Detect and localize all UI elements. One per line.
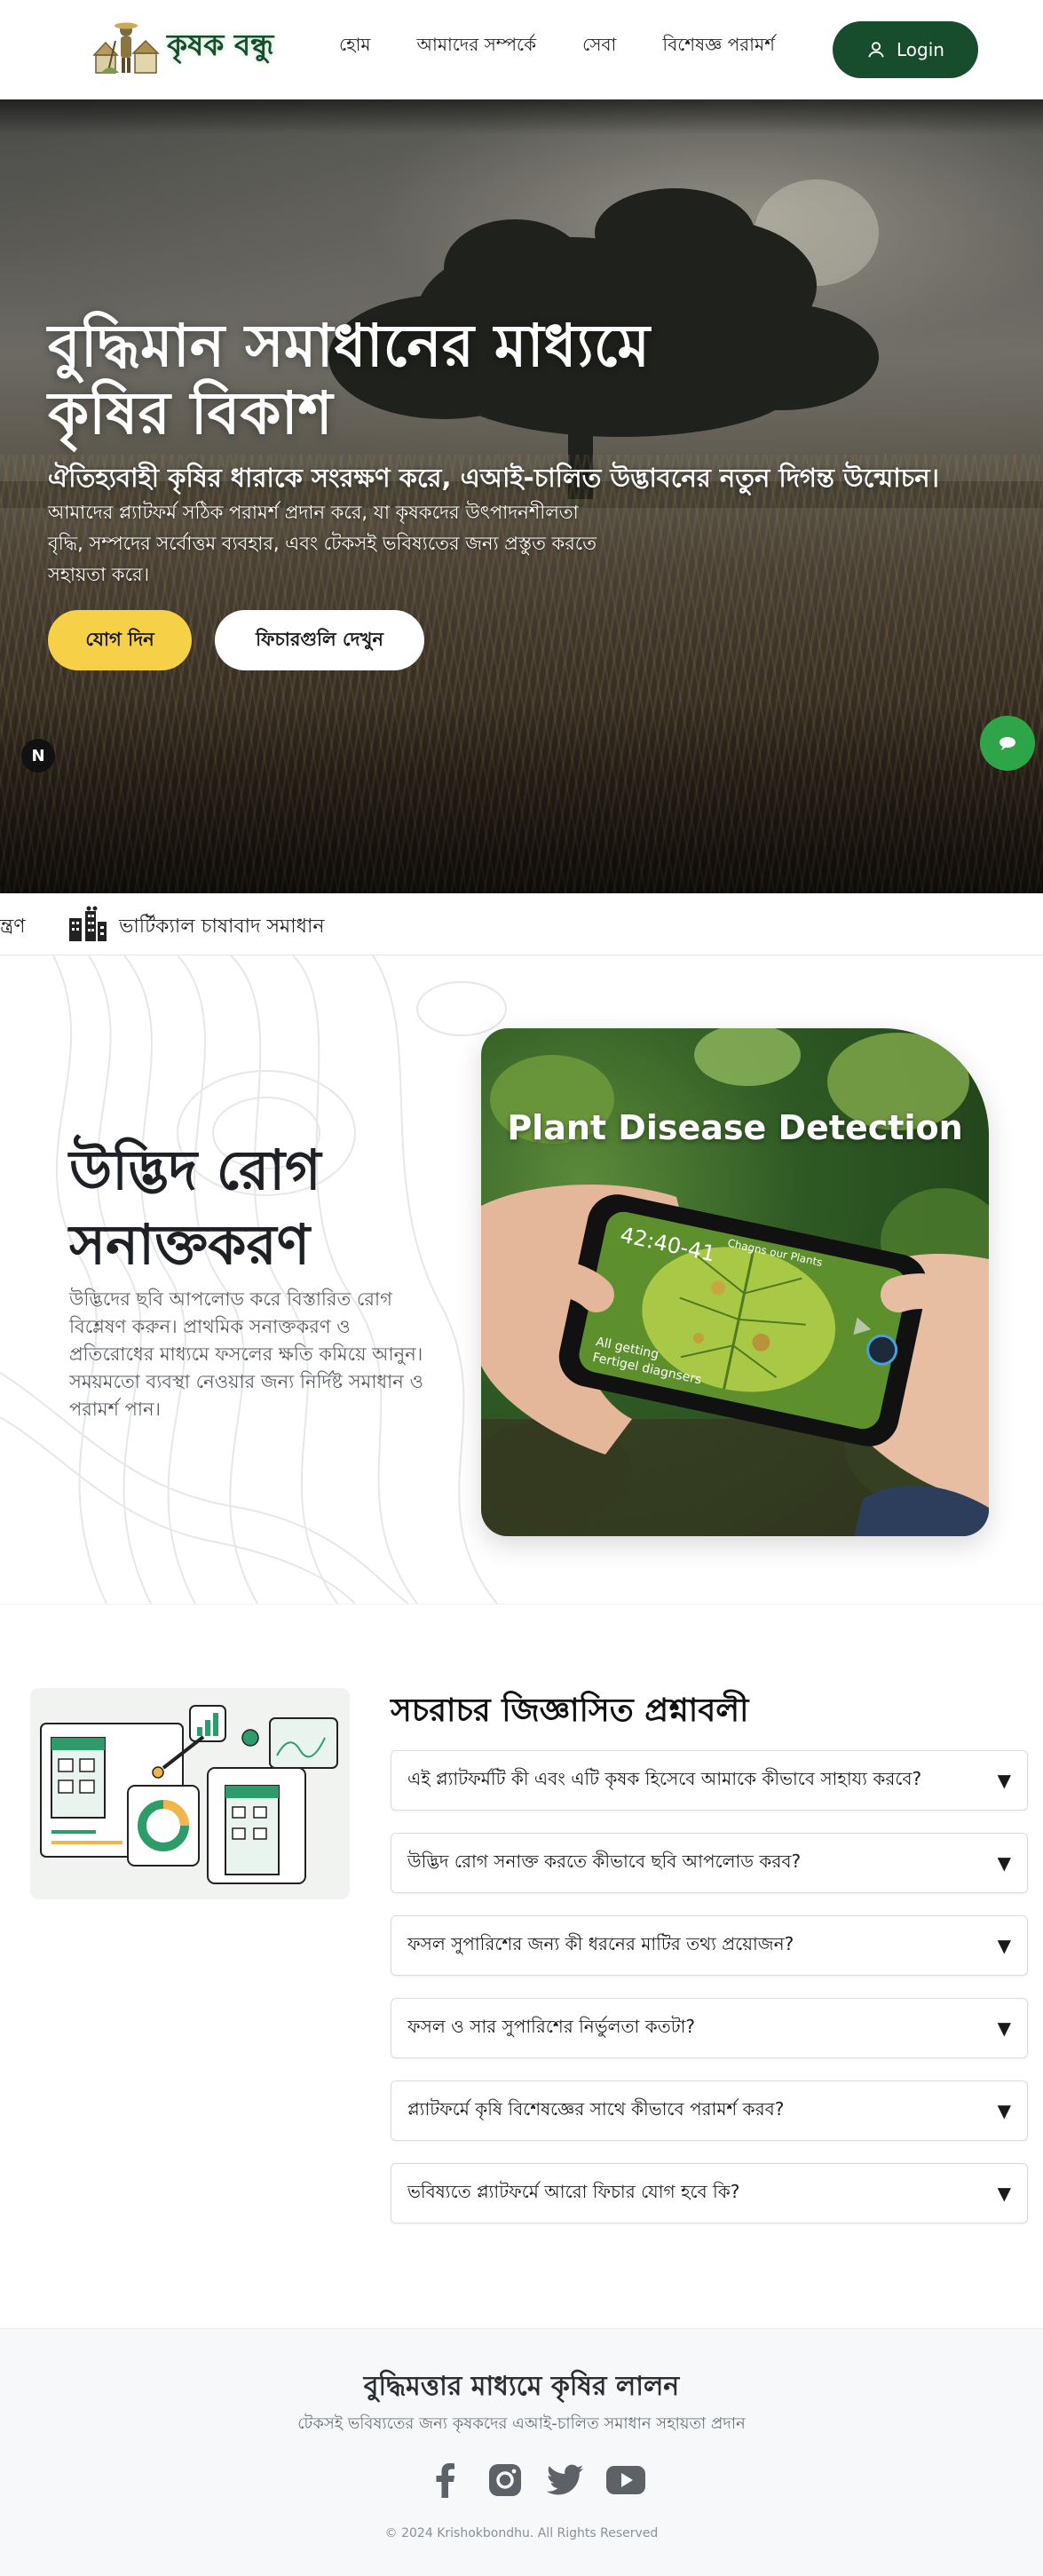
vertical-farm-icon (66, 906, 108, 943)
caret-down-icon: ▼ (997, 2100, 1011, 2121)
copyright: © 2024 Krishokbondhu. All Rights Reserve… (384, 2526, 659, 2540)
plant-disease-image: 42:40-41 Chagns our Plants All getting F… (481, 1028, 989, 1536)
faq-item[interactable]: উদ্ভিদ রোগ সনাক্ত করতে কীভাবে ছবি আপলোড … (391, 1833, 1028, 1893)
join-button[interactable]: যোগ দিন (48, 610, 192, 670)
disease-title: উদ্ভিদ রোগ সনাক্তকরণ (69, 1133, 442, 1282)
chat-icon (1000, 737, 1015, 750)
ticker-item-vertical-farming: ভার্টিক্যাল চাষাবাদ সমাধান (119, 915, 325, 938)
nav-link-home[interactable]: হোম (339, 32, 371, 61)
disease-title-line-2: সনাক্তকরণ (69, 1212, 311, 1277)
hero-title-line-1: বুদ্ধিমান সমাধানের মাধ্যমে (48, 312, 650, 380)
image-title: Plant Disease Detection (507, 1108, 963, 1147)
caret-down-icon: ▼ (997, 2183, 1011, 2204)
faq-question: প্ল্যাটফর্মে কৃষি বিশেষজ্ঞের সাথে কীভাবে… (407, 2097, 785, 2120)
nav-link-services[interactable]: সেবা (582, 32, 616, 61)
faq-item[interactable]: প্ল্যাটফর্মে কৃষি বিশেষজ্ঞের সাথে কীভাবে… (391, 2081, 1028, 2141)
faq-list: এই প্ল্যাটফর্মটি কী এবং এটি কৃষক হিসেবে … (391, 1750, 1028, 2246)
chat-button[interactable] (980, 716, 1035, 771)
youtube-icon[interactable] (605, 2460, 646, 2501)
nav-link-expert-advice[interactable]: বিশেষজ্ঞ পরামর্শ (662, 32, 775, 61)
hero-title: বুদ্ধিমান সমাধানের মাধ্যমে কৃষির বিকাশ (48, 313, 847, 448)
footer: বুদ্ধিমত্তার মাধ্যমে কৃষির লালন টেকসই ভব… (0, 2328, 1043, 2576)
faq-question: উদ্ভিদ রোগ সনাক্ত করতে কীভাবে ছবি আপলোড … (407, 1850, 802, 1872)
view-features-button[interactable]: ফিচারগুলি দেখুন (215, 610, 424, 670)
hero-top-shadow (0, 99, 1043, 135)
feature-ticker: ন্ত্রণ ভার্টিক্যাল চাষাবাদ সমাধান (0, 893, 1043, 955)
caret-down-icon: ▼ (997, 1935, 1011, 1956)
hero-title-line-2: কৃষির বিকাশ (48, 379, 333, 448)
dashboard-illustration (30, 1688, 350, 1899)
disease-title-line-1: উদ্ভিদ রোগ (69, 1137, 321, 1202)
disease-detection-section: উদ্ভিদ রোগ সনাক্তকরণ উদ্ভিদের ছবি আপলোড … (0, 955, 1043, 1604)
twitter-icon[interactable] (545, 2460, 586, 2501)
faq-item[interactable]: এই প্ল্যাটফর্মটি কী এবং এটি কৃষক হিসেবে … (391, 1750, 1028, 1811)
hero-subtitle: ঐতিহ্যবাহী কৃষির ধারাকে সংরক্ষণ করে, এআই… (48, 463, 939, 493)
caret-down-icon: ▼ (997, 2017, 1011, 2039)
facebook-icon[interactable] (424, 2460, 465, 2501)
n-badge[interactable]: N (21, 739, 55, 773)
social-links (424, 2459, 646, 2501)
plant-phone-illustration: 42:40-41 Chagns our Plants All getting F… (481, 1028, 989, 1536)
brand-logo[interactable]: কৃষক বন্ধু (92, 20, 273, 75)
faq-item[interactable]: ফসল ও সার সুপারিশের নির্ভুলতা কতটা? ▼ (391, 1998, 1028, 2058)
ticker-item-partial: ন্ত্রণ (0, 915, 26, 938)
caret-down-icon: ▼ (997, 1852, 1011, 1874)
disease-description: উদ্ভিদের ছবি আপলোড করে বিস্তারিত রোগ বিশ… (69, 1288, 423, 1420)
hero-section: বুদ্ধিমান সমাধানের মাধ্যমে কৃষির বিকাশ ঐ… (0, 99, 1043, 893)
faq-section: সচরাচর জিজ্ঞাসিত প্রশ্নাবলী এই প্ল্যাটফর… (0, 1604, 1043, 2328)
brand-name: কৃষক বন্ধু (167, 28, 274, 62)
user-icon (868, 42, 884, 58)
faq-question: ভবিষ্যতে প্ল্যাটফর্মে আরো ফিচার যোগ হবে … (407, 2180, 740, 2202)
faq-question: ফসল সুপারিশের জন্য কী ধরনের মাটির তথ্য প… (407, 1932, 794, 1954)
nav-link-about[interactable]: আমাদের সম্পর্কে (417, 32, 537, 61)
hero-description: আমাদের প্ল্যাটফর্ম সঠিক পরামর্শ প্রদান ক… (48, 502, 597, 585)
footer-subtitle: টেকসই ভবিষ্যতের জন্য কৃষকদের এআই-চালিত স… (297, 2414, 746, 2433)
faq-item[interactable]: ভবিষ্যতে প্ল্যাটফর্মে আরো ফিচার যোগ হবে … (391, 2163, 1028, 2223)
faq-question: এই প্ল্যাটফর্মটি কী এবং এটি কৃষক হিসেবে … (407, 1767, 922, 1789)
login-button[interactable]: Login (833, 21, 978, 78)
instagram-icon[interactable] (485, 2460, 525, 2501)
faq-item[interactable]: ফসল সুপারিশের জন্য কী ধরনের মাটির তথ্য প… (391, 1915, 1028, 1976)
login-label: Login (897, 39, 944, 60)
nav-links: হোম আমাদের সম্পর্কে সেবা বিশেষজ্ঞ পরামর্… (339, 32, 821, 61)
top-navbar: কৃষক বন্ধু হোম আমাদের সম্পর্কে সেবা বিশে… (0, 0, 1043, 99)
hero-bottom-shadow (0, 698, 1043, 893)
caret-down-icon: ▼ (997, 1770, 1011, 1791)
faq-question: ফসল ও সার সুপারিশের নির্ভুলতা কতটা? (407, 2015, 696, 2037)
farmer-logo-icon (92, 20, 162, 75)
faq-title: সচরাচর জিজ্ঞাসিত প্রশ্নাবলী (391, 1692, 749, 1729)
footer-title: বুদ্ধিমত্তার মাধ্যমে কৃষির লালন (363, 2371, 680, 2402)
